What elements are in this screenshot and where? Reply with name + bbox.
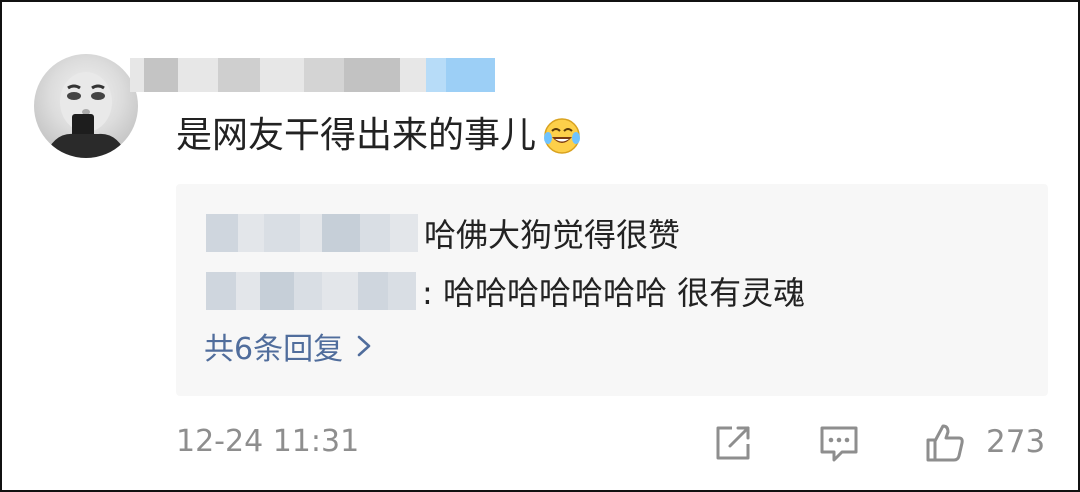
like-count: 273 xyxy=(986,424,1046,460)
replies-panel: 哈佛大狗觉得很赞 : 哈哈哈哈哈哈哈 很有灵魂 共6条回复 xyxy=(176,184,1048,396)
reply-text: 哈佛大狗觉得很赞 xyxy=(424,216,681,254)
reply-username-redacted xyxy=(206,214,418,252)
view-more-replies-link[interactable]: 共6条回复 xyxy=(204,324,371,368)
comment-body: 是网友干得出来的事儿 xyxy=(176,108,582,164)
comment-icon[interactable] xyxy=(818,422,860,464)
reply-item[interactable]: : 哈哈哈哈哈哈哈 很有灵魂 xyxy=(206,268,805,314)
comment-timestamp: 12-24 11:31 xyxy=(176,424,360,459)
more-replies-label: 共6条回复 xyxy=(204,332,344,367)
laughing-tears-emoji xyxy=(544,118,581,154)
username-redacted xyxy=(130,58,495,92)
reply-text: : 哈哈哈哈哈哈哈 很有灵魂 xyxy=(422,274,806,312)
share-icon[interactable] xyxy=(712,422,754,464)
chevron-right-icon xyxy=(357,335,371,357)
reply-username-redacted xyxy=(206,272,416,310)
comment-text: 是网友干得出来的事儿 xyxy=(176,115,537,156)
thumbs-up-icon[interactable] xyxy=(924,422,966,464)
reply-item[interactable]: 哈佛大狗觉得很赞 xyxy=(206,210,680,256)
user-avatar-icon[interactable] xyxy=(34,54,138,158)
